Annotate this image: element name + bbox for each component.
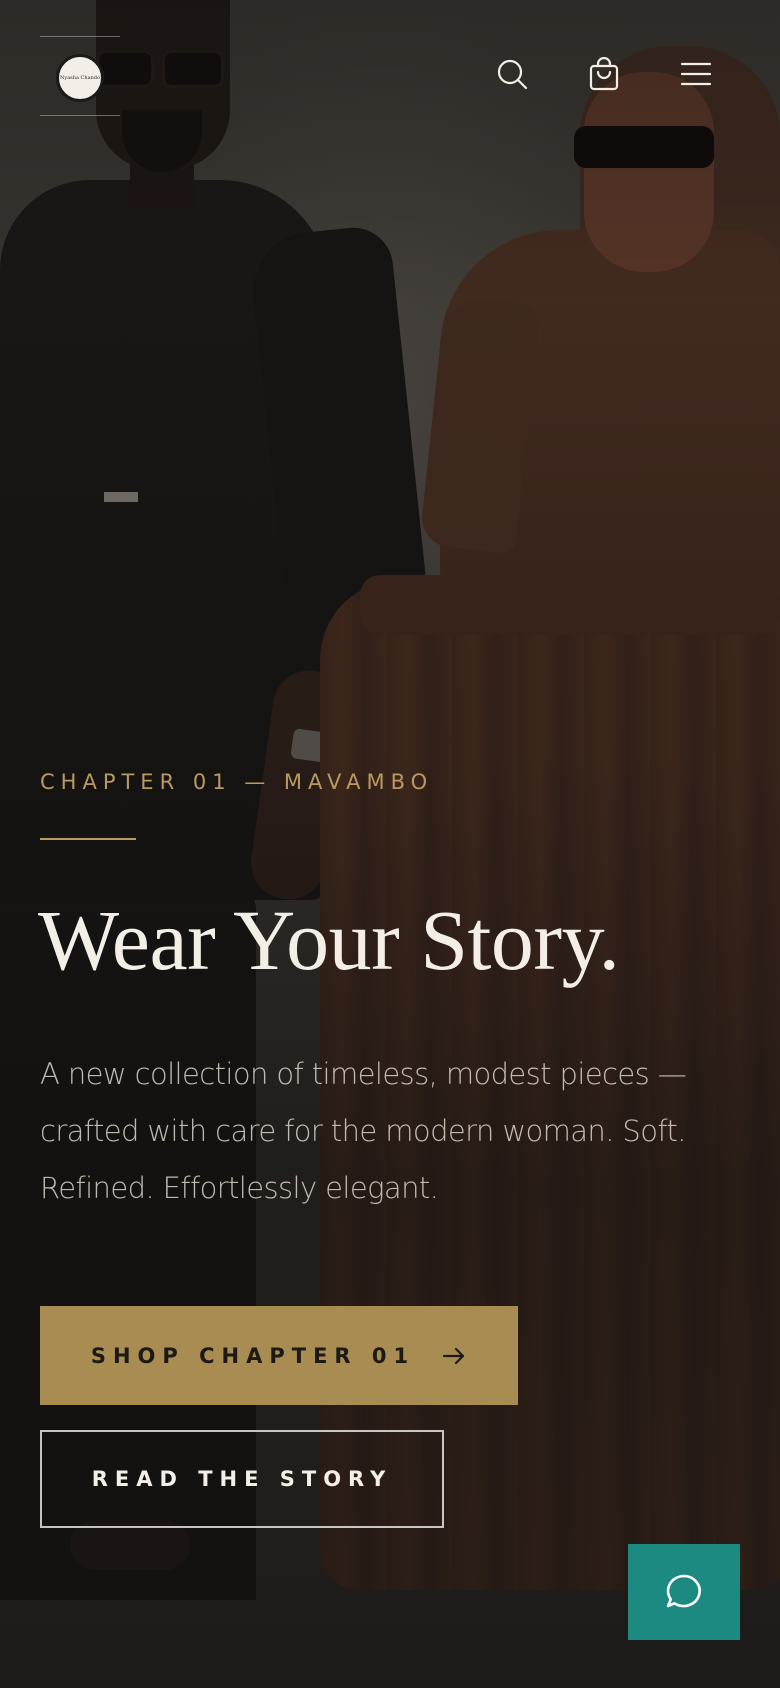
brand-logo[interactable]: Nyasha Chando <box>56 54 104 102</box>
shopping-bag-icon <box>589 57 619 91</box>
read-story-button[interactable]: READ THE STORY <box>40 1430 444 1528</box>
logo-frame-top <box>40 36 120 37</box>
chat-button[interactable] <box>628 1544 740 1640</box>
menu-button[interactable] <box>678 56 714 92</box>
cart-button[interactable] <box>586 56 622 92</box>
hero-subcopy: A new collection of timeless, modest pie… <box>40 1057 687 1205</box>
site-header: Nyasha Chando <box>0 0 780 160</box>
chat-bubble-icon <box>666 1574 701 1608</box>
logo-frame-bottom <box>40 115 120 116</box>
hamburger-menu-icon <box>680 62 712 86</box>
search-icon <box>497 59 528 90</box>
search-button[interactable] <box>494 56 530 92</box>
collection-eyebrow: CHAPTER 01 — MAVAMBO <box>40 770 434 794</box>
eyebrow-divider <box>40 838 136 840</box>
read-story-label: READ THE STORY <box>91 1467 393 1491</box>
shop-chapter-button[interactable]: SHOP CHAPTER 01 <box>40 1306 518 1405</box>
brand-logo-text: Nyasha Chando <box>60 74 100 81</box>
hero-headline: Wear Your Story. <box>38 892 620 988</box>
arrow-right-icon <box>443 1347 465 1364</box>
shop-chapter-label: SHOP CHAPTER 01 <box>90 1343 416 1368</box>
